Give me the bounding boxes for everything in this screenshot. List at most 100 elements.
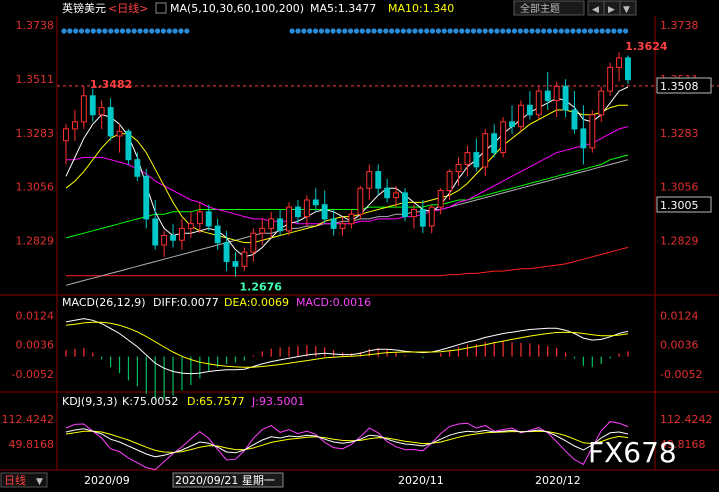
candle-body [241, 251, 248, 267]
date-label-2: 2020/11 [398, 474, 444, 487]
event-dot [587, 28, 594, 34]
candle-body [143, 175, 150, 220]
event-dot [125, 28, 131, 34]
axis-tick-label: 0.0124 [16, 310, 55, 323]
next-arrow-icon: ▶ [608, 5, 615, 15]
header-bar: 英镑美元 <日线> MA(5,10,30,60,100,200) MA5:1.3… [62, 0, 637, 16]
event-dot [394, 28, 400, 34]
event-dot [61, 28, 67, 34]
candle-body [571, 109, 578, 130]
event-dot [353, 28, 360, 34]
event-dot [429, 28, 436, 34]
candle-body [179, 227, 185, 241]
mid-price-label: 1.3005 [660, 199, 699, 212]
ma5-value: MA5:1.3477 [310, 2, 376, 15]
candle-body [428, 206, 435, 227]
event-dot [488, 28, 494, 34]
kdj-k-value: K:75.0052 [122, 395, 178, 408]
event-dot [511, 28, 518, 34]
bottom-bar: 日线 ▼ 2020/09 2020/09/21 星期一 2020/11 2020… [0, 471, 719, 488]
forex-chart: 英镑美元 <日线> MA(5,10,30,60,100,200) MA5:1.3… [0, 0, 719, 488]
event-dot [119, 28, 126, 34]
candle-body [607, 66, 614, 92]
date-label-1: 2020/09 [84, 474, 130, 487]
candle-body [72, 121, 78, 130]
period-label[interactable]: <日线> [108, 1, 148, 15]
event-dot [184, 28, 190, 34]
candle-body [303, 199, 310, 218]
high-price-label: 1.3624 [625, 40, 668, 53]
event-dot [160, 28, 166, 34]
event-dot [435, 28, 441, 34]
candle-body [509, 121, 516, 128]
axis-tick-label: 1.2829 [16, 235, 55, 248]
event-dot [453, 28, 459, 34]
axis-tick-label: 1.3738 [16, 19, 55, 32]
event-dot [342, 28, 348, 34]
event-dot [330, 28, 336, 34]
theme-button-label: 全部主题 [520, 2, 560, 15]
event-dot [465, 28, 471, 34]
event-dots-row[interactable] [61, 28, 629, 34]
candle-body [482, 133, 489, 168]
event-dot [96, 28, 102, 34]
candle [500, 117, 507, 158]
event-dot [593, 28, 600, 34]
event-dot [324, 28, 330, 34]
candle-body [589, 114, 596, 149]
macd-axis-right: 0.0124 0.0036 -0.0052 [660, 310, 702, 381]
event-dot [295, 28, 301, 34]
event-dot [301, 28, 307, 34]
candle-body [402, 192, 408, 218]
axis-tick-label: 112.4242 [2, 413, 55, 426]
event-dot [371, 28, 377, 34]
candle-body [187, 223, 194, 229]
event-dot [149, 28, 155, 34]
event-dot [623, 28, 629, 34]
candle-body [357, 187, 364, 215]
candle-body [473, 152, 480, 168]
candle-body [625, 57, 631, 81]
left-high-price-label: 1.3482 [90, 78, 132, 91]
candle-body [526, 104, 533, 116]
event-dot [564, 28, 570, 34]
candle-body [286, 206, 293, 232]
axis-tick-label: 0.0124 [660, 310, 699, 323]
watermark-logo: FX678 [588, 436, 677, 469]
candle-body [232, 261, 239, 267]
event-dot [599, 28, 605, 34]
low-price-label: 1.2676 [239, 281, 282, 294]
candle-body [544, 90, 551, 102]
event-dot [90, 28, 96, 34]
event-dot [102, 28, 108, 34]
cursor-date-label: 2020/09/21 星期一 [175, 474, 275, 487]
event-dot [506, 28, 512, 34]
candle-body [580, 128, 587, 149]
candle-body [562, 85, 569, 111]
candle-body [366, 171, 373, 189]
event-dot [359, 28, 365, 34]
event-dot [546, 28, 553, 34]
axis-tick-label: 112.4242 [660, 413, 713, 426]
candle-body [348, 213, 355, 225]
candle-body [161, 235, 168, 246]
ma10-value: MA10:1.340 [388, 2, 454, 15]
event-dot [576, 28, 582, 34]
candle [535, 86, 542, 120]
axis-tick-label: 1.3283 [660, 127, 699, 140]
candle-body [196, 211, 203, 225]
candle-body [125, 130, 132, 161]
kdj-j-value: J:93.5001 [251, 395, 304, 408]
candle-body [152, 218, 159, 246]
candle-body [250, 232, 257, 253]
candle [518, 100, 524, 132]
axis-tick-label: 1.3056 [660, 181, 699, 194]
candle-body [553, 85, 560, 102]
symbol-label[interactable]: 英镑美元 [62, 1, 106, 15]
candle-body [535, 90, 542, 116]
axis-tick-label: -0.0052 [660, 368, 702, 381]
event-dot [424, 28, 430, 34]
event-dot [611, 28, 617, 34]
event-dot [143, 28, 149, 34]
candle [357, 185, 364, 219]
